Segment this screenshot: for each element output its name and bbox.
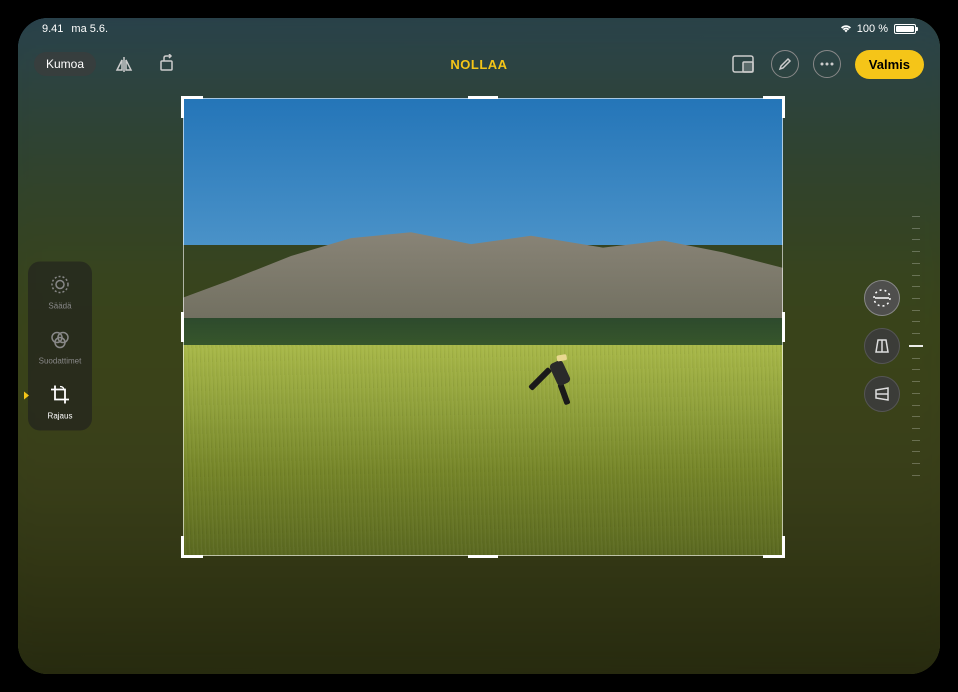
editor-toolbar: Kumoa NOLLAA [18,42,940,86]
crop-handle-bottom-right[interactable] [763,536,785,558]
horizontal-perspective-button[interactable] [864,376,900,412]
crop-handle-bottom-left[interactable] [181,536,203,558]
screen: 9.41 ma 5.6. 100 % Kumoa [18,18,940,674]
rotate-button[interactable] [152,50,180,78]
battery-icon [894,24,916,34]
status-time: 9.41 [42,23,63,35]
tab-filters[interactable]: Suodattimet [32,327,88,366]
status-date: ma 5.6. [71,23,108,35]
photo-subject [543,345,583,405]
more-options-button[interactable] [813,50,841,78]
photo-preview [183,98,783,556]
ipad-device-frame: 9.41 ma 5.6. 100 % Kumoa [0,0,958,692]
vertical-perspective-button[interactable] [864,328,900,364]
crop-handle-bottom[interactable] [468,555,498,558]
crop-handle-top-right[interactable] [763,96,785,118]
edit-mode-tabs: Säädä Suodattimet Rajaus [28,262,92,431]
crop-area[interactable] [183,98,783,556]
markup-button[interactable] [771,50,799,78]
done-button[interactable]: Valmis [855,50,924,79]
tab-crop[interactable]: Rajaus [32,382,88,421]
tab-filters-label: Suodattimet [39,357,82,366]
adjust-icon [47,272,73,298]
straighten-controls [864,280,900,412]
crop-handle-right[interactable] [782,312,785,342]
tab-adjust[interactable]: Säädä [32,272,88,311]
reset-button[interactable]: NOLLAA [450,57,507,72]
aspect-ratio-button[interactable] [729,50,757,78]
undo-button[interactable]: Kumoa [34,52,96,76]
tab-crop-label: Rajaus [48,412,73,421]
crop-handle-top-left[interactable] [181,96,203,118]
battery-percent: 100 % [857,23,888,35]
wifi-icon [839,24,853,34]
flip-horizontal-button[interactable] [110,50,138,78]
crop-handle-top[interactable] [468,96,498,99]
filters-icon [47,327,73,353]
tab-adjust-label: Säädä [48,302,71,311]
straighten-button[interactable] [864,280,900,316]
status-bar: 9.41 ma 5.6. 100 % [18,18,940,40]
crop-handle-left[interactable] [181,312,184,342]
crop-icon [47,382,73,408]
